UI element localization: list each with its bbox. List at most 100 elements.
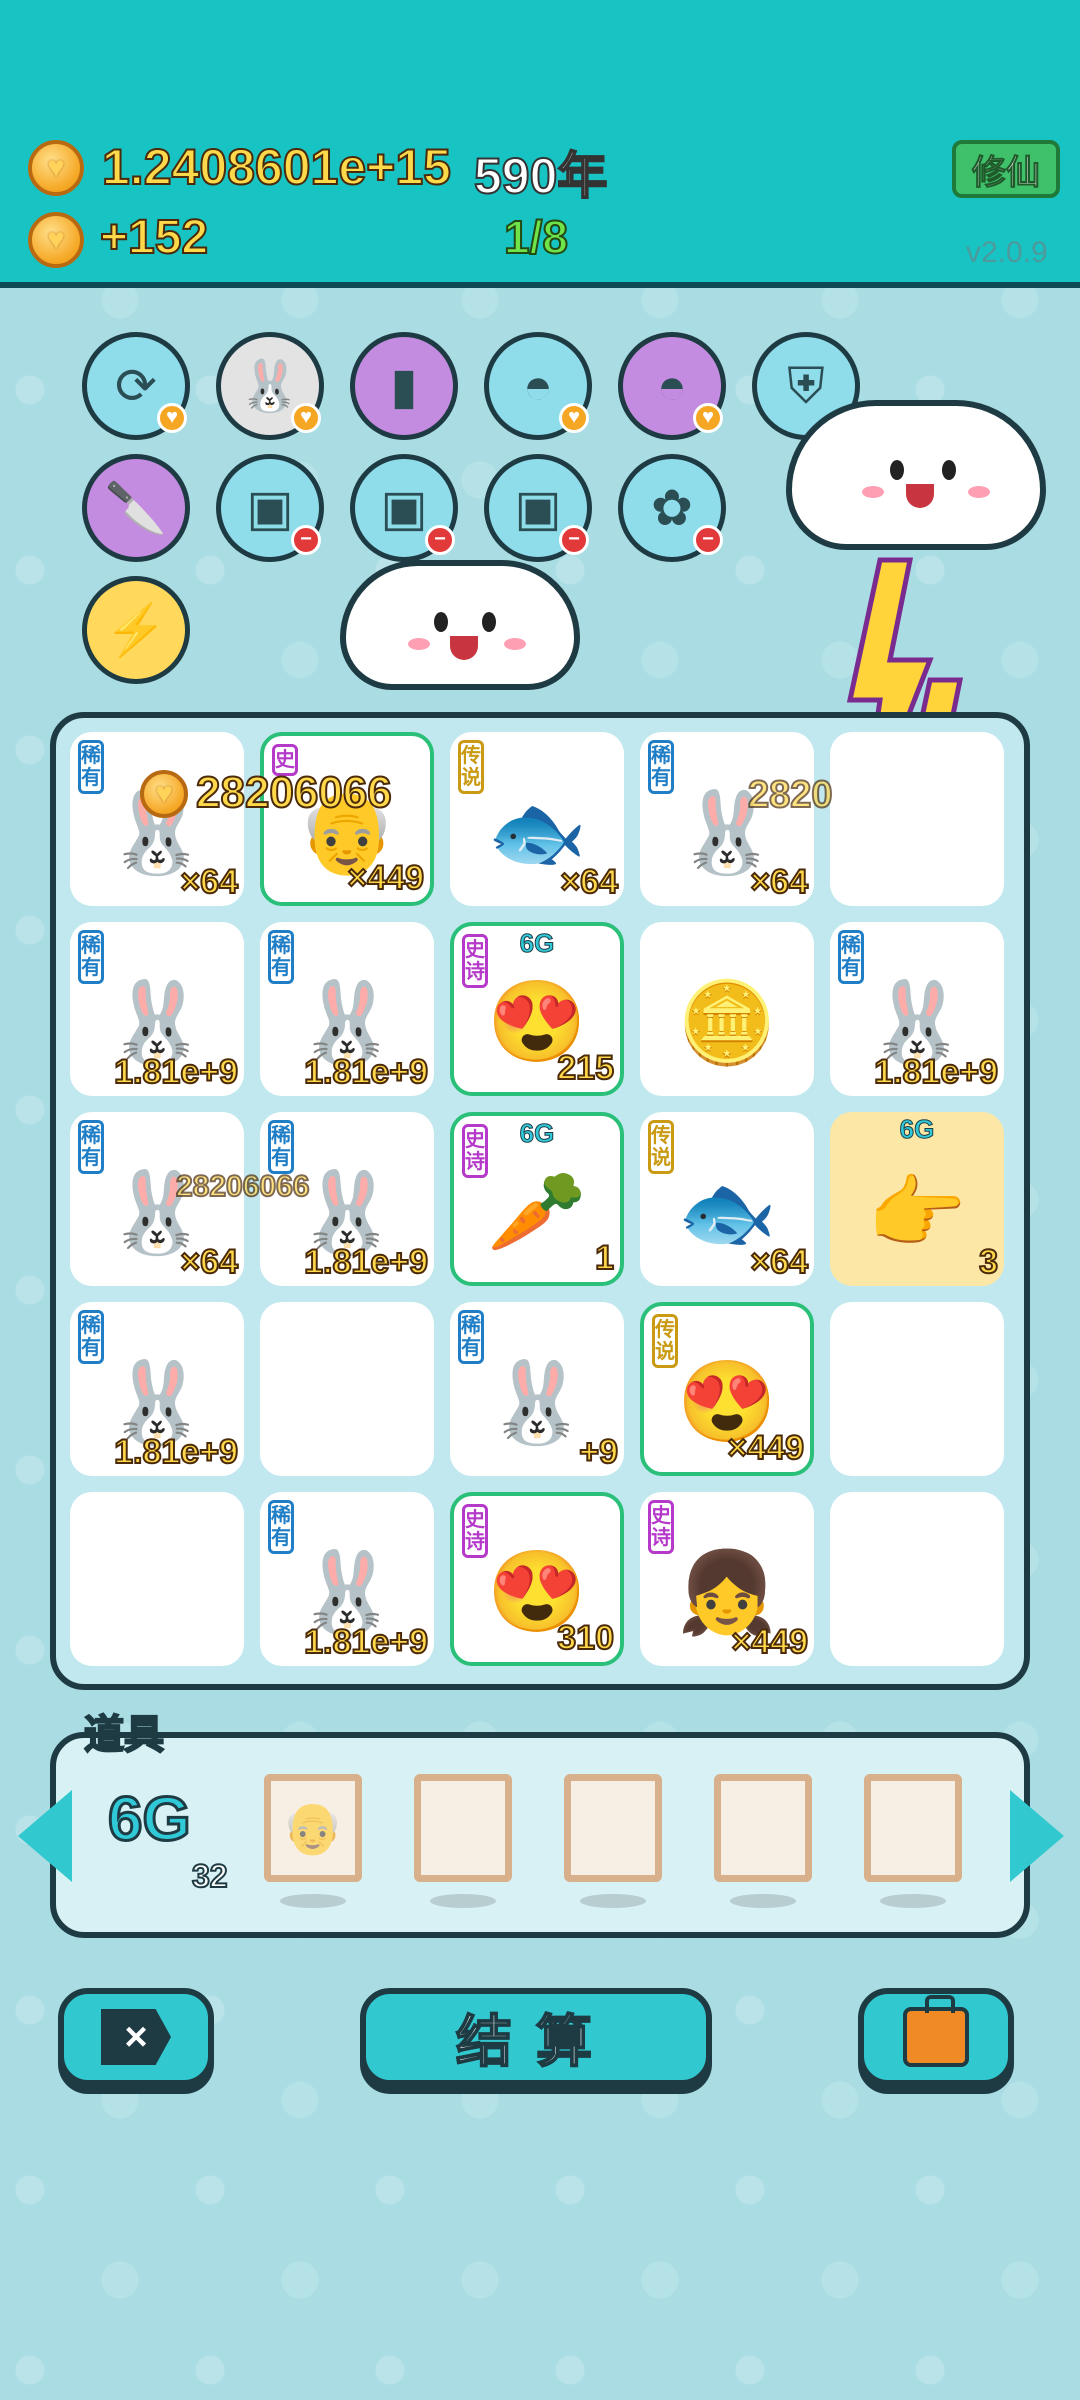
grandpa-icon: 👴 [281,1800,345,1856]
item-count: 1.81e+9 [113,1052,239,1092]
grid-cell[interactable] [830,1302,1004,1476]
close-button[interactable]: × [58,1988,214,2086]
rarity-tag: 史诗 [462,934,488,988]
income-rate: +152 [99,210,209,265]
coin-badge-icon: ♥ [291,403,321,433]
skill-rice-bowl-button[interactable]: ◓ ♥ [484,332,592,440]
grid-cell[interactable]: 稀有 🐰 1.81e+9 [260,922,434,1096]
grid-cell[interactable]: 稀有 🐰 1.81e+9 [70,1302,244,1476]
grid-cell[interactable]: 传说 🐟 ×64 [450,732,624,906]
skill-refresh-button[interactable]: ⟳ ♥ [82,332,190,440]
slot-shadow [730,1894,796,1908]
slot-shadow [280,1894,346,1908]
grid-cell[interactable]: 史诗 6G 🥕 1 [450,1112,624,1286]
item-count: 310 [556,1618,615,1658]
sixg-prop-icon[interactable]: 6G [107,1784,193,1856]
item-count: 215 [556,1048,615,1088]
skill-sack-button[interactable]: ▣ − [350,454,458,562]
item-count: ×64 [179,1242,239,1282]
stage-progress: 1/8 [503,210,569,264]
item-count: 1 [594,1238,615,1278]
coin-icon [140,770,188,818]
slot-shadow [580,1894,646,1908]
skill-flower-pot-button[interactable]: ✿ − [618,454,726,562]
grid-cell[interactable]: 稀有 🐰 1.81e+9 [70,922,244,1096]
coin-badge-icon: ♥ [693,403,723,433]
skill-rice-bowl-button[interactable]: ◓ ♥ [618,332,726,440]
rarity-tag: 稀有 [78,740,104,794]
props-prev-arrow[interactable] [18,1790,72,1882]
cleaver-icon: 🔪 [104,479,168,536]
grid-cell[interactable]: 稀有 🐰 ×64 [640,732,814,906]
grid-cell[interactable]: 稀有 🐰 1.81e+9 [260,1492,434,1666]
grid-cell[interactable] [260,1302,434,1476]
rarity-tag: 史诗 [462,1124,488,1178]
item-count: ×64 [559,862,619,902]
rarity-tag: 稀有 [458,1310,484,1364]
top-bar: 1.2408601e+15 590年 修仙 +152 1/8 v2.0.9 [0,0,1080,288]
coin-icon [28,212,84,268]
settle-button[interactable]: 结算 [360,1988,712,2086]
flower-pot-icon: ✿ [651,480,693,536]
sack-icon: ▣ [246,480,294,536]
props-next-arrow[interactable] [1010,1790,1064,1882]
pointing-hand-icon: 👉 [867,1167,967,1257]
damage-popup: 2820 [747,773,834,817]
grid-cell[interactable] [830,732,1004,906]
grid-cell[interactable]: 传说 😍 ×449 [640,1302,814,1476]
cloud-mascot-icon [786,400,1046,550]
slot-shadow [880,1894,946,1908]
carrot-icon: 🥕 [487,1167,587,1257]
skill-sack-button[interactable]: ▣ − [484,454,592,562]
item-count: +9 [578,1432,619,1472]
grid-cell[interactable] [830,1492,1004,1666]
item-count: ×449 [726,1428,805,1468]
rabbit-icon: 🐰 [238,357,302,414]
prop-slot-empty[interactable] [864,1774,962,1882]
minus-badge-icon: − [425,525,455,555]
sixg-badge: 6G [519,928,555,959]
damage-popup: 28206066 [195,767,393,818]
minus-badge-icon: − [693,525,723,555]
rarity-tag: 稀有 [268,930,294,984]
rarity-tag: 传说 [458,740,484,794]
rice-bowl-icon: ◓ [656,358,688,414]
skill-lightning-button[interactable]: ⚡ [82,576,190,684]
skill-cleaver-button[interactable]: 🔪 [82,454,190,562]
rarity-tag: 稀有 [838,930,864,984]
grid-cell[interactable]: 传说 🐟 ×64 [640,1112,814,1286]
bag-button[interactable] [858,1988,1014,2086]
grid-cell[interactable]: 6G 👉 3 [830,1112,1004,1286]
skill-rabbit-button[interactable]: 🐰 ♥ [216,332,324,440]
item-count: 1.81e+9 [113,1432,239,1472]
rarity-tag: 传说 [652,1314,678,1368]
skill-traffic-light-button[interactable]: ▮ [350,332,458,440]
rarity-tag: 稀有 [78,1310,104,1364]
coin-badge-icon: ♥ [157,403,187,433]
prop-slot-empty[interactable] [414,1774,512,1882]
rarity-tag: 史诗 [462,1504,488,1558]
grid-cell[interactable]: 稀有 🐰 +9 [450,1302,624,1476]
prop-slot-grandpa[interactable]: 👴 [264,1774,362,1882]
years-counter: 590年 [473,147,608,205]
grid-cell[interactable]: 稀有 🐰 1.81e+9 [830,922,1004,1096]
coin-balance: 1.2408601e+15 [101,138,452,196]
grid-cell[interactable]: 稀有 🐰 ×64 [70,732,244,906]
grid-cell[interactable]: 史诗 😍 310 [450,1492,624,1666]
minus-badge-icon: − [559,525,589,555]
sixg-badge: 6G [519,1118,555,1149]
prop-slot-empty[interactable] [714,1774,812,1882]
grid-cell[interactable]: 史 👴 ×449 [260,732,434,906]
xiuxian-button[interactable]: 修仙 [952,140,1060,198]
grid-cell[interactable]: 史诗 6G 😍 215 [450,922,624,1096]
skill-sack-button[interactable]: ▣ − [216,454,324,562]
grid-cell[interactable]: 🪙 [640,922,814,1096]
grid-cell[interactable] [70,1492,244,1666]
prop-slot-empty[interactable] [564,1774,662,1882]
grid-cell[interactable]: 史诗 👧 ×449 [640,1492,814,1666]
refresh-icon: ⟳ [115,358,157,414]
briefcase-icon [903,1995,969,2067]
shield-wrench-icon: ⛨ [787,357,825,414]
cloud-mascot-icon [340,560,580,690]
sack-icon: ▣ [514,480,562,536]
